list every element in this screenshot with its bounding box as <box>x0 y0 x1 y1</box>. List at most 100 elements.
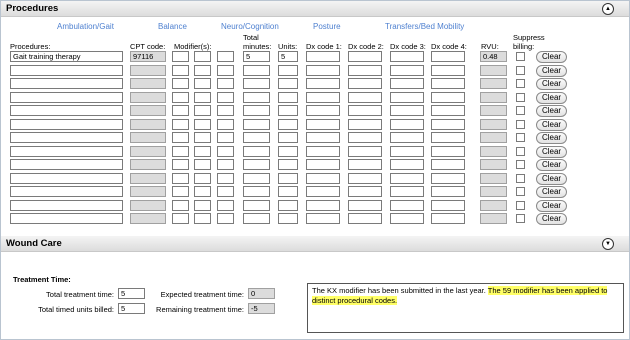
minutes-field[interactable] <box>243 200 270 211</box>
minutes-field[interactable] <box>243 65 270 76</box>
minutes-field[interactable] <box>243 159 270 170</box>
dx3-field[interactable] <box>390 105 424 116</box>
clear-button[interactable]: Clear <box>536 51 567 63</box>
dx4-field[interactable] <box>431 186 465 197</box>
clear-button[interactable]: Clear <box>536 132 567 144</box>
tab-ambulation-gait[interactable]: Ambulation/Gait <box>57 22 114 31</box>
procedure-field[interactable] <box>10 173 123 184</box>
dx4-field[interactable] <box>431 146 465 157</box>
dx2-field[interactable] <box>348 173 382 184</box>
dx3-field[interactable] <box>390 51 424 62</box>
minutes-field[interactable] <box>243 92 270 103</box>
modifier-2-field[interactable] <box>194 78 211 89</box>
total-treatment-field[interactable]: 5 <box>118 288 145 299</box>
modifier-3-field[interactable] <box>217 92 234 103</box>
modifier-2-field[interactable] <box>194 105 211 116</box>
dx4-field[interactable] <box>431 105 465 116</box>
modifier-2-field[interactable] <box>194 132 211 143</box>
units-field[interactable] <box>278 186 298 197</box>
modifier-3-field[interactable] <box>217 200 234 211</box>
dx1-field[interactable] <box>306 213 340 224</box>
procedure-field[interactable] <box>10 132 123 143</box>
dx3-field[interactable] <box>390 65 424 76</box>
dx2-field[interactable] <box>348 119 382 130</box>
dx4-field[interactable] <box>431 119 465 130</box>
suppress-billing-checkbox[interactable] <box>516 214 525 223</box>
units-field[interactable] <box>278 173 298 184</box>
suppress-billing-checkbox[interactable] <box>516 187 525 196</box>
dx3-field[interactable] <box>390 159 424 170</box>
modifier-1-field[interactable] <box>172 186 189 197</box>
suppress-billing-checkbox[interactable] <box>516 201 525 210</box>
dx1-field[interactable] <box>306 51 340 62</box>
dx2-field[interactable] <box>348 92 382 103</box>
units-field[interactable] <box>278 132 298 143</box>
modifier-1-field[interactable] <box>172 200 189 211</box>
suppress-billing-checkbox[interactable] <box>516 66 525 75</box>
modifier-2-field[interactable] <box>194 173 211 184</box>
dx4-field[interactable] <box>431 65 465 76</box>
dx3-field[interactable] <box>390 132 424 143</box>
minutes-field[interactable] <box>243 186 270 197</box>
dx3-field[interactable] <box>390 78 424 89</box>
chevron-up-icon[interactable]: ▲ <box>602 3 614 15</box>
procedure-field[interactable] <box>10 65 123 76</box>
dx1-field[interactable] <box>306 105 340 116</box>
modifier-3-field[interactable] <box>217 173 234 184</box>
modifier-2-field[interactable] <box>194 119 211 130</box>
procedure-field[interactable] <box>10 213 123 224</box>
dx2-field[interactable] <box>348 213 382 224</box>
units-field[interactable] <box>278 105 298 116</box>
procedure-field[interactable] <box>10 186 123 197</box>
modifier-1-field[interactable] <box>172 92 189 103</box>
modifier-2-field[interactable] <box>194 186 211 197</box>
procedure-field[interactable] <box>10 119 123 130</box>
dx1-field[interactable] <box>306 200 340 211</box>
dx4-field[interactable] <box>431 213 465 224</box>
dx3-field[interactable] <box>390 92 424 103</box>
clear-button[interactable]: Clear <box>536 159 567 171</box>
modifier-2-field[interactable] <box>194 159 211 170</box>
dx4-field[interactable] <box>431 92 465 103</box>
dx1-field[interactable] <box>306 92 340 103</box>
procedure-field[interactable] <box>10 146 123 157</box>
procedure-field[interactable] <box>10 105 123 116</box>
modifier-2-field[interactable] <box>194 213 211 224</box>
modifier-1-field[interactable] <box>172 132 189 143</box>
minutes-field[interactable]: 5 <box>243 51 270 62</box>
minutes-field[interactable] <box>243 105 270 116</box>
units-field[interactable] <box>278 200 298 211</box>
total-timed-field[interactable]: 5 <box>118 303 145 314</box>
billing-notes-box[interactable]: The KX modifier has been submitted in th… <box>307 283 624 333</box>
units-field[interactable] <box>278 213 298 224</box>
dx3-field[interactable] <box>390 119 424 130</box>
minutes-field[interactable] <box>243 213 270 224</box>
dx2-field[interactable] <box>348 186 382 197</box>
units-field[interactable] <box>278 119 298 130</box>
dx4-field[interactable] <box>431 173 465 184</box>
modifier-1-field[interactable] <box>172 78 189 89</box>
modifier-2-field[interactable] <box>194 92 211 103</box>
suppress-billing-checkbox[interactable] <box>516 106 525 115</box>
modifier-1-field[interactable] <box>172 105 189 116</box>
clear-button[interactable]: Clear <box>536 119 567 131</box>
tab-neuro-cognition[interactable]: Neuro/Cognition <box>221 22 279 31</box>
dx4-field[interactable] <box>431 159 465 170</box>
dx4-field[interactable] <box>431 78 465 89</box>
dx3-field[interactable] <box>390 146 424 157</box>
modifier-3-field[interactable] <box>217 213 234 224</box>
modifier-1-field[interactable] <box>172 213 189 224</box>
dx2-field[interactable] <box>348 105 382 116</box>
dx2-field[interactable] <box>348 159 382 170</box>
minutes-field[interactable] <box>243 146 270 157</box>
wound-care-header[interactable]: Wound Care ▼ <box>1 236 629 252</box>
modifier-3-field[interactable] <box>217 146 234 157</box>
modifier-1-field[interactable] <box>172 51 189 62</box>
dx2-field[interactable] <box>348 146 382 157</box>
modifier-3-field[interactable] <box>217 105 234 116</box>
minutes-field[interactable] <box>243 173 270 184</box>
dx1-field[interactable] <box>306 78 340 89</box>
suppress-billing-checkbox[interactable] <box>516 147 525 156</box>
chevron-down-icon[interactable]: ▼ <box>602 238 614 250</box>
minutes-field[interactable] <box>243 119 270 130</box>
